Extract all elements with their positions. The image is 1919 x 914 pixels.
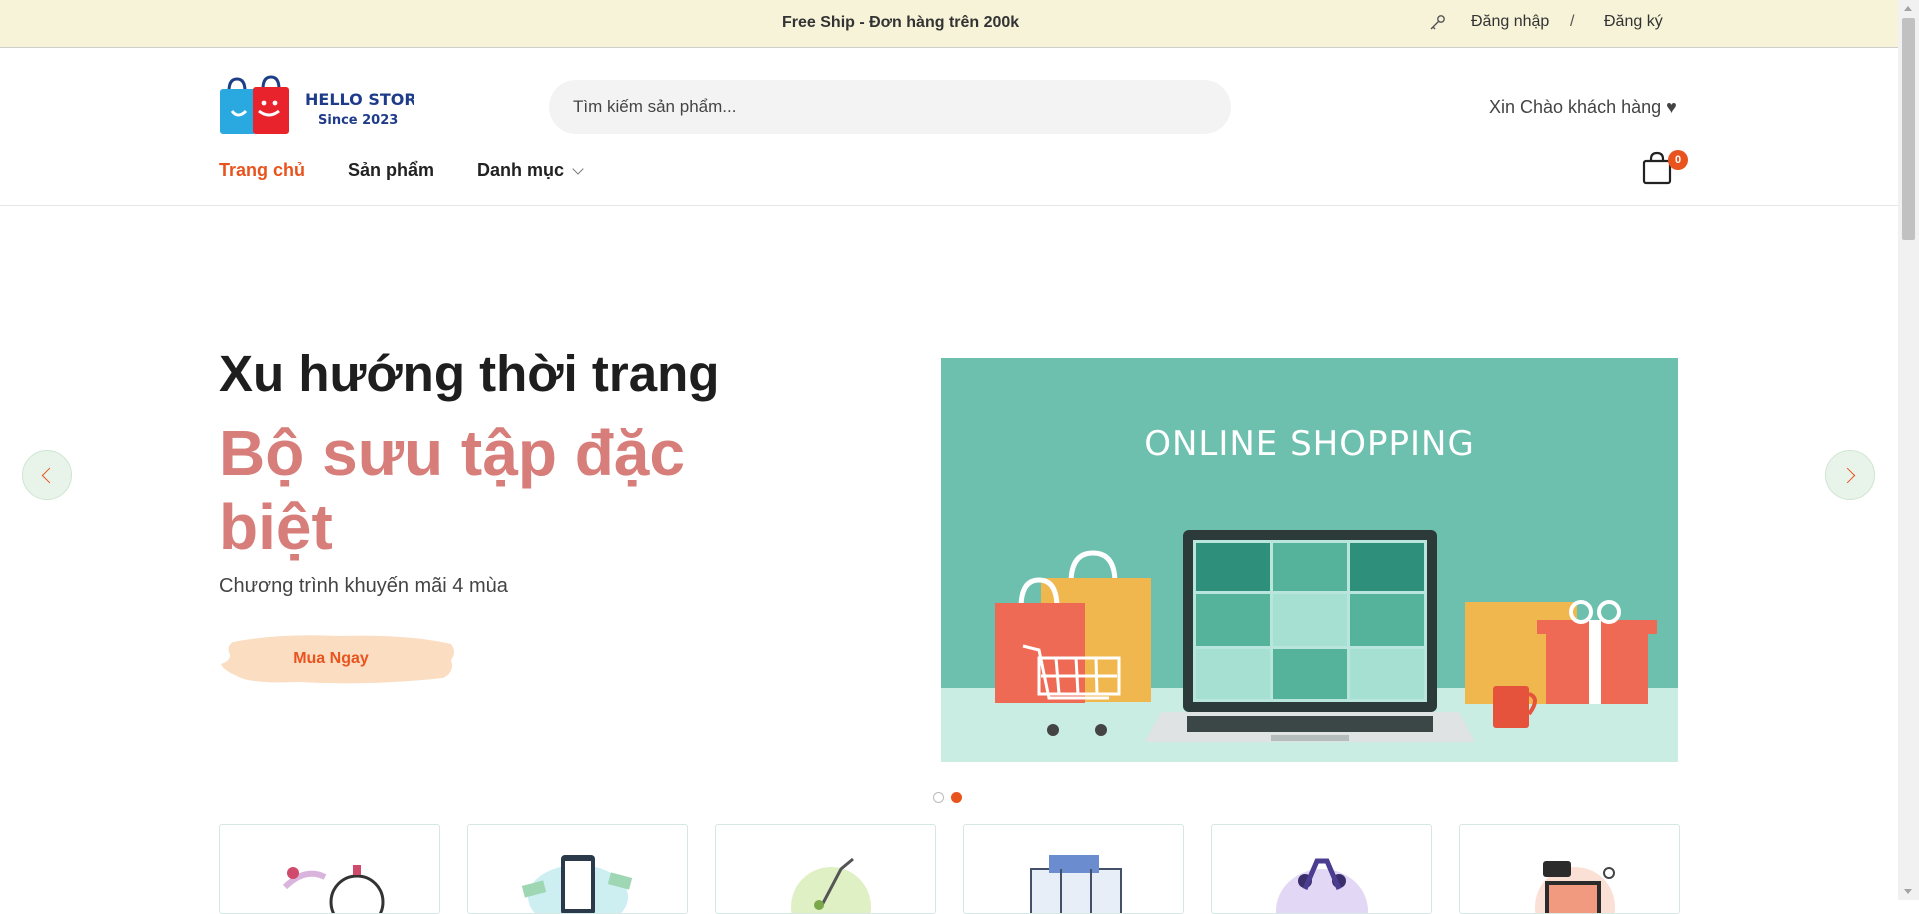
search-box xyxy=(549,80,1231,134)
logo-tagline: Since 2023 xyxy=(318,113,398,128)
feature-card-support[interactable] xyxy=(1211,824,1432,914)
scroll-up-icon[interactable] xyxy=(1904,6,1912,11)
shop-icon xyxy=(1030,855,1122,913)
top-bar: Free Ship - Đơn hàng trên 200k Đăng nhập… xyxy=(0,0,1898,48)
scroll-down-icon[interactable] xyxy=(1904,889,1912,894)
hero-description: Chương trình khuyến mãi 4 mùa xyxy=(219,575,508,597)
scrollbar-thumb[interactable] xyxy=(1902,18,1915,240)
login-link[interactable]: Đăng nhập xyxy=(1471,13,1549,31)
cart-count-badge: 0 xyxy=(1668,150,1688,170)
feature-card-payment[interactable] xyxy=(467,824,688,914)
support-icon xyxy=(1276,858,1368,913)
site-header: HELLO STORE Since 2023 Xin Chào khách hà… xyxy=(0,48,1898,206)
feature-card-quality[interactable] xyxy=(715,824,936,914)
online-order-icon xyxy=(1535,861,1615,913)
key-icon xyxy=(1430,15,1445,30)
feature-card-online-order[interactable] xyxy=(1459,824,1680,914)
buy-now-label: Mua Ngay xyxy=(293,650,369,667)
store-logo[interactable]: HELLO STORE Since 2023 xyxy=(219,75,428,137)
feature-cards xyxy=(219,824,1680,914)
hero-title: Xu hướng thời trang xyxy=(219,345,720,402)
mobile-payment-icon xyxy=(521,855,633,913)
chevron-right-icon xyxy=(1839,467,1856,484)
logo-text: HELLO STORE xyxy=(305,90,414,109)
slider-dot-2[interactable] xyxy=(951,792,962,803)
nav-home[interactable]: Trang chủ xyxy=(219,160,305,181)
logo-bags-icon: HELLO STORE Since 2023 xyxy=(220,75,428,134)
promo-text: Free Ship - Đơn hàng trên 200k xyxy=(782,14,1020,31)
hero-subtitle: Bộ sưu tập đặc biệt xyxy=(219,417,685,563)
hero-banner-image: ONLINE SHOPPING xyxy=(941,358,1678,762)
main-nav: Trang chủ Sản phẩm Danh mục xyxy=(219,160,625,181)
page-scrollbar[interactable] xyxy=(1898,0,1919,900)
feature-card-shop[interactable] xyxy=(963,824,1184,914)
chevron-down-icon xyxy=(572,162,584,175)
register-link[interactable]: Đăng ký xyxy=(1604,13,1663,31)
search-input[interactable] xyxy=(549,80,1231,134)
quality-icon xyxy=(791,857,871,913)
online-shopping-illustration xyxy=(941,530,1678,762)
slider-prev-button[interactable] xyxy=(22,450,72,500)
nav-categories[interactable]: Danh mục xyxy=(477,160,584,181)
auth-separator: / xyxy=(1570,13,1575,30)
buy-now-button[interactable]: Mua Ngay xyxy=(219,630,457,688)
nav-products[interactable]: Sản phẩm xyxy=(348,160,434,181)
chevron-left-icon xyxy=(41,467,58,484)
slider-dots xyxy=(933,792,962,803)
feature-card-delivery[interactable] xyxy=(219,824,440,914)
slider-next-button[interactable] xyxy=(1825,450,1875,500)
nav-categories-label: Danh mục xyxy=(477,160,565,180)
greeting-text: Xin Chào khách hàng ♥ xyxy=(1489,97,1677,117)
slider-dot-1[interactable] xyxy=(933,792,944,803)
delivery-icon xyxy=(282,865,385,913)
